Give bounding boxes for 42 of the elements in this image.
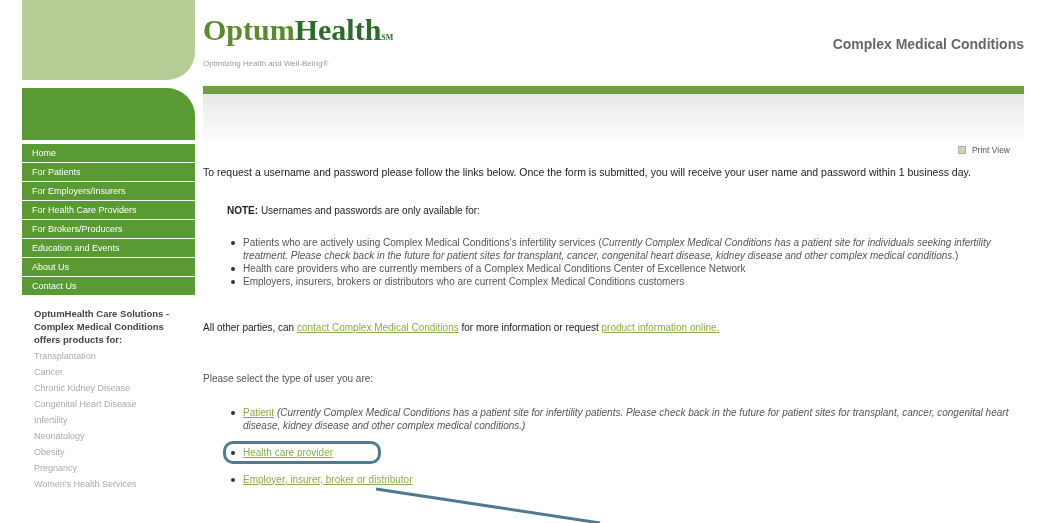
print-view-link[interactable]: Print View <box>971 144 1010 157</box>
nav-item[interactable]: Home <box>22 144 195 162</box>
bullet-icon <box>231 266 235 271</box>
tagline: Optimizing Health and Well-Being® <box>203 58 330 70</box>
nav-item[interactable]: About Us <box>22 258 195 276</box>
contact-link[interactable]: contact Complex Medical Conditions <box>296 321 459 333</box>
user-type-link[interactable]: Patient <box>243 406 275 418</box>
product-link[interactable]: Neonatology <box>34 428 183 444</box>
bullet-icon <box>231 279 235 284</box>
bullet-icon <box>231 477 235 482</box>
nav-item[interactable]: For Health Care Providers <box>22 201 195 219</box>
select-prompt: Please select the type of user you are: <box>203 371 375 386</box>
user-type-link[interactable]: Health care provider <box>243 445 334 459</box>
bullet-icon <box>231 450 235 455</box>
product-link[interactable]: Infertility <box>34 412 183 428</box>
eligibility-item: Health care providers who are currently members of a Complex Medical Conditions Center of Excellence Network <box>243 261 746 275</box>
others-text: All other parties, can contact Complex Medical Conditions for more information or request product information online. <box>203 320 721 335</box>
bullet-icon <box>231 410 235 415</box>
user-type-link[interactable]: Employer, insurer, broker or distributor <box>243 472 413 486</box>
product-link[interactable]: Transplantation <box>34 348 183 364</box>
nav-item[interactable]: Education and Events <box>22 239 195 257</box>
intro-text: To request a username and password please follow the links below. Once the form is submitted, you will receive your user name and password within 1 business day. <box>203 164 972 179</box>
product-link[interactable]: Congenital Heart Disease <box>34 396 183 412</box>
eligibility-item: Employers, insurers, brokers or distributors who are current Complex Medical Conditions customers <box>243 274 685 288</box>
nav-item[interactable]: Contact Us <box>22 277 195 295</box>
nav-item[interactable]: For Brokers/Producers <box>22 220 195 238</box>
bullet-icon <box>231 240 235 245</box>
product-link[interactable]: Cancer <box>34 364 183 380</box>
product-link[interactable]: Obesity <box>34 444 183 460</box>
nav-item[interactable]: For Patients <box>22 163 195 181</box>
user-type-item: Patient (Currently Complex Medical Conditions has a patient site for infertility patients. Please check back in the future for patient sites for transplant, cancer, congenital heart disease, kidney disease and other complex medical conditions.) <box>243 405 1010 432</box>
product-link[interactable]: Chronic Kidney Disease <box>34 380 183 396</box>
product-link[interactable]: Women's Health Services <box>34 476 183 492</box>
note-text: NOTE: Usernames and passwords are only available for: <box>227 203 481 218</box>
nav-item[interactable]: For Employers/Insurers <box>22 182 195 200</box>
product-link[interactable]: Pregnancy <box>34 460 183 476</box>
sidebar-heading: OptumHealth Care Solutions - Complex Medical Conditions offers products for: <box>33 307 171 346</box>
print-icon <box>957 146 966 155</box>
eligibility-item: Patients who are actively using Complex Medical Conditions's infertility services (Currently Complex Medical Conditions has a patient site for individuals seeking infertility treatment. Please check back in the future for patient sites for transplant, cancer, congenital heart disease, kidney disease and other complex medical conditions.) <box>243 235 992 262</box>
product-info-link[interactable]: product information online. <box>601 321 720 333</box>
site-title: Complex Medical Conditions <box>832 35 1024 54</box>
logo: OptumHealthSM <box>203 14 394 48</box>
